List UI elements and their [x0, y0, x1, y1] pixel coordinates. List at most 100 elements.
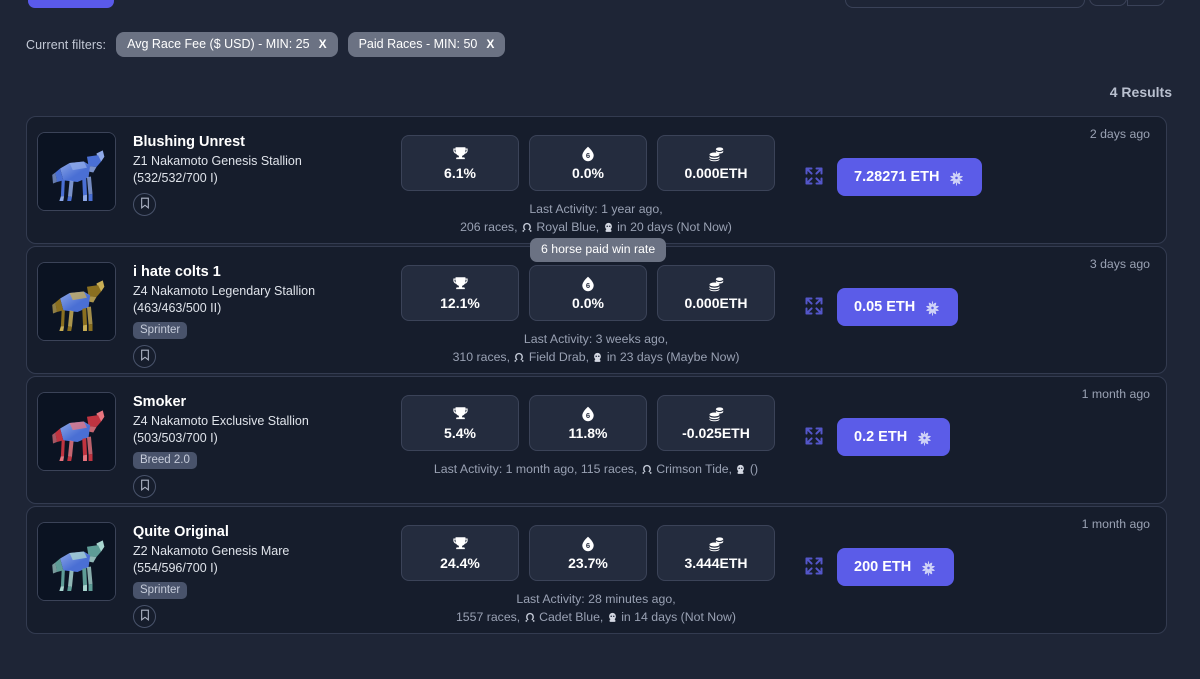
top-primary-button-partial[interactable] [28, 0, 114, 8]
horse-result-card[interactable]: Blushing Unrest Z1 Nakamoto Genesis Stal… [26, 116, 1167, 244]
filter-chip[interactable]: Paid Races - MIN: 50 X [347, 32, 506, 57]
horse-subtitle: Z2 Nakamoto Genesis Mare [133, 544, 290, 558]
horse-thumbnail[interactable] [37, 522, 116, 601]
horse-stats: 24.4% 6 23.7% 3.444ETH Last Activity: 28… [401, 525, 791, 628]
horse-genotype: (532/532/700 I) [133, 171, 218, 185]
horse-thumbnail[interactable] [37, 262, 116, 341]
svg-text:6: 6 [586, 541, 590, 550]
foal-icon [592, 350, 603, 368]
expand-column [791, 295, 837, 317]
horse-result-card[interactable]: i hate colts 1 Z4 Nakamoto Legendary Sta… [26, 246, 1167, 374]
horseshoe-icon [641, 462, 653, 480]
svg-text:6: 6 [586, 151, 590, 160]
zed-star-icon [924, 299, 941, 316]
breeding-text: in 14 days (Not Now) [621, 610, 737, 624]
stat-value: 0.0% [572, 294, 604, 311]
stat-box[interactable]: 0.000ETH [657, 265, 775, 321]
activity-text: Last Activity: 1 month ago, 115 races, [433, 462, 638, 476]
races-text: 1557 races, [455, 610, 521, 624]
breeding-text: in 23 days (Maybe Now) [606, 350, 740, 364]
horse-name[interactable]: Blushing Unrest [133, 133, 401, 151]
price-button[interactable]: 0.2 ETH [837, 418, 951, 456]
horse-result-card[interactable]: Quite Original Z2 Nakamoto Genesis Mare … [26, 506, 1167, 634]
expand-column [791, 555, 837, 577]
stat-box[interactable]: 3.444ETH [657, 525, 775, 581]
stat-box[interactable]: 6 23.7% [529, 525, 647, 581]
stat-box[interactable]: 24.4% [401, 525, 519, 581]
close-icon[interactable]: X [319, 37, 327, 51]
horse-result-card[interactable]: Smoker Z4 Nakamoto Exclusive Stallion (5… [26, 376, 1167, 504]
bloodline-text: Cadet Blue, [539, 610, 604, 624]
top-view-toggle-right-partial[interactable] [1127, 0, 1165, 6]
horse-tag: Sprinter [133, 582, 188, 599]
six-droplet-icon: 6 [580, 276, 596, 293]
activity-text: Last Activity: 3 weeks ago, [523, 332, 669, 346]
six-droplet-icon: 6 [580, 536, 596, 553]
trophy-icon [452, 276, 469, 293]
horse-thumbnail[interactable] [37, 392, 116, 471]
stat-box[interactable]: 0.000ETH [657, 135, 775, 191]
bookmark-button[interactable] [133, 475, 156, 498]
activity-text: Last Activity: 28 minutes ago, [516, 592, 676, 606]
stat-value: 23.7% [568, 554, 608, 571]
stat-value: 11.8% [568, 424, 608, 441]
stat-box[interactable]: 6 11.8% [529, 395, 647, 451]
stat-box[interactable]: 5.4% [401, 395, 519, 451]
horseshoe-icon [513, 350, 525, 368]
stat-value: 12.1% [440, 294, 480, 311]
bookmark-button[interactable] [133, 345, 156, 368]
bookmark-icon [140, 478, 150, 496]
horse-subtitle: Z4 Nakamoto Exclusive Stallion [133, 414, 309, 428]
listing-timestamp: 3 days ago [1089, 257, 1150, 271]
current-filters-label: Current filters: [26, 37, 107, 52]
stat-box[interactable]: 6.1% [401, 135, 519, 191]
horse-genotype: (503/503/700 I) [133, 431, 218, 445]
price-button[interactable]: 7.28271 ETH [837, 158, 983, 196]
activity-summary: Last Activity: 1 month ago, 115 races, C… [401, 460, 791, 480]
expand-arrows-icon[interactable] [803, 425, 825, 447]
horse-name[interactable]: Smoker [133, 393, 401, 411]
horse-stats: 6.1% 6 0.0% 0.000ETH Last Activity: 1 ye… [401, 135, 791, 238]
horse-name[interactable]: Quite Original [133, 523, 401, 541]
coin-stack-icon [708, 406, 725, 423]
horse-listing: 1 month ago 0.2 ETH [837, 377, 1166, 503]
top-search-field-partial[interactable] [845, 0, 1085, 8]
stat-box[interactable]: -0.025ETH [657, 395, 775, 451]
trophy-icon [452, 406, 469, 423]
stat-value: 24.4% [440, 554, 480, 571]
stat-box[interactable]: 6 0.0% [529, 135, 647, 191]
horseshoe-icon [524, 610, 536, 628]
expand-arrows-icon[interactable] [803, 555, 825, 577]
expand-arrows-icon[interactable] [803, 165, 825, 187]
horse-stats: 12.1% 6 0.0% 0.000ETH Last Activity: 3 w… [401, 265, 791, 368]
trophy-icon [452, 536, 469, 553]
bookmark-icon [140, 348, 150, 366]
horse-identity: Blushing Unrest Z1 Nakamoto Genesis Stal… [133, 133, 401, 216]
stat-value: 0.0% [572, 164, 604, 181]
price-label: 0.05 ETH [854, 299, 916, 315]
horse-identity: Quite Original Z2 Nakamoto Genesis Mare … [133, 523, 401, 628]
breeding-text: () [749, 462, 759, 476]
price-button[interactable]: 0.05 ETH [837, 288, 959, 326]
expand-arrows-icon[interactable] [803, 295, 825, 317]
bookmark-button[interactable] [133, 605, 156, 628]
close-icon[interactable]: X [486, 37, 494, 51]
bookmark-icon [140, 196, 150, 214]
six-droplet-icon: 6 [580, 406, 596, 423]
price-button[interactable]: 200 ETH [837, 548, 955, 586]
horse-name[interactable]: i hate colts 1 [133, 263, 401, 281]
stat-value: -0.025ETH [682, 424, 750, 441]
stat-tooltip: 6 horse paid win rate [530, 238, 667, 262]
filter-chip[interactable]: Avg Race Fee ($ USD) - MIN: 25 X [116, 32, 338, 57]
stat-value: 6.1% [444, 164, 476, 181]
app-root: Current filters: Avg Race Fee ($ USD) - … [0, 0, 1200, 679]
stat-box[interactable]: 6 0.0% [529, 265, 647, 321]
six-droplet-icon: 6 [580, 146, 596, 163]
bookmark-button[interactable] [133, 193, 156, 216]
zed-star-icon [920, 559, 937, 576]
stat-box[interactable]: 12.1% [401, 265, 519, 321]
top-view-toggle-left-partial[interactable] [1089, 0, 1127, 6]
horse-identity: Smoker Z4 Nakamoto Exclusive Stallion (5… [133, 393, 401, 498]
horse-thumbnail[interactable] [37, 132, 116, 211]
horse-listing: 3 days ago 0.05 ETH [837, 247, 1166, 373]
